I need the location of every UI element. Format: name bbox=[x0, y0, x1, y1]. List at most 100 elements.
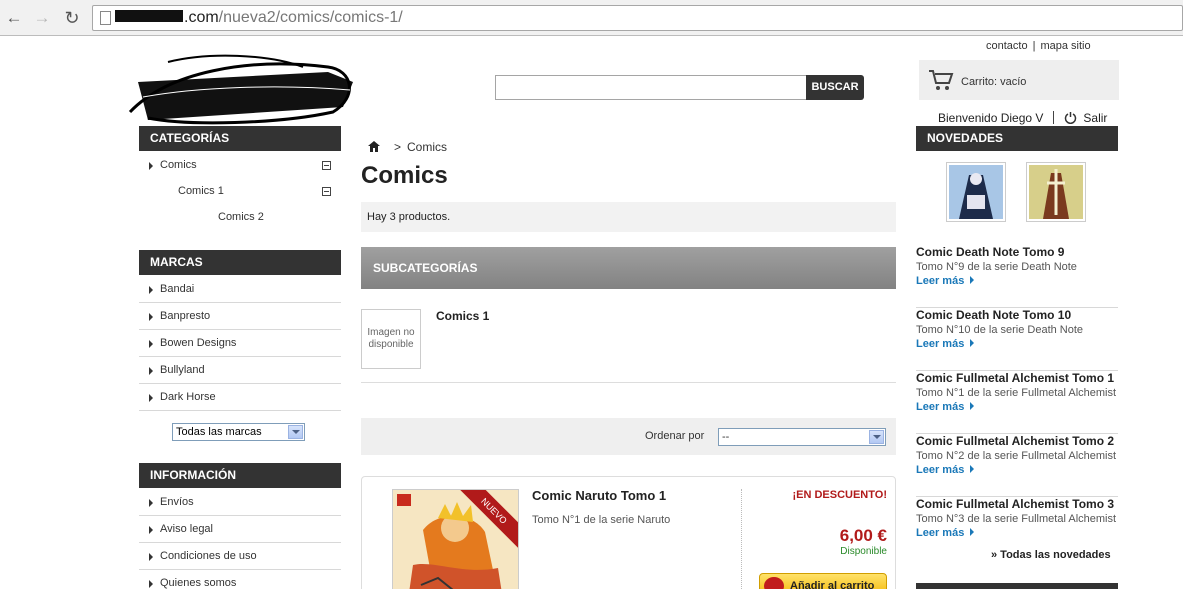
url-host-suffix: .com bbox=[184, 9, 219, 26]
read-more-link[interactable]: Leer más bbox=[916, 338, 975, 350]
arrow-right-icon bbox=[149, 580, 153, 588]
category-comics-1[interactable]: Comics 1 bbox=[139, 178, 341, 205]
arrow-right-icon bbox=[149, 162, 153, 170]
brand-item[interactable]: Bowen Designs bbox=[139, 330, 341, 357]
product-name[interactable]: Comic Naruto Tomo 1 bbox=[532, 488, 666, 503]
arrow-right-icon bbox=[970, 528, 975, 536]
sort-select[interactable]: -- bbox=[718, 428, 886, 446]
brand-item[interactable]: Banpresto bbox=[139, 303, 341, 330]
url-text: .com/nueva2/comics/comics-1/ bbox=[115, 9, 403, 27]
sort-label: Ordenar por bbox=[645, 430, 705, 442]
top-links-separator: | bbox=[1032, 40, 1036, 52]
read-more-label: Leer más bbox=[916, 338, 965, 350]
cart-summary[interactable]: Carrito: vacío bbox=[919, 60, 1119, 100]
arrow-right-icon bbox=[149, 553, 153, 561]
info-label: Quienes somos bbox=[160, 577, 237, 589]
read-more-link[interactable]: Leer más bbox=[916, 464, 975, 476]
categories-title: CATEGORÍAS bbox=[139, 126, 341, 151]
divider bbox=[361, 382, 896, 383]
novedad-item: Comic Death Note Tomo 10 Tomo N°10 de la… bbox=[916, 308, 1118, 371]
search-button[interactable]: BUSCAR bbox=[806, 75, 864, 100]
read-more-link[interactable]: Leer más bbox=[916, 401, 975, 413]
arrow-right-icon bbox=[149, 394, 153, 402]
back-arrow-icon[interactable]: ← bbox=[4, 8, 24, 28]
arrow-right-icon bbox=[970, 276, 975, 284]
subcategory-image-placeholder[interactable]: Imagen no disponible bbox=[361, 309, 421, 369]
collapse-icon[interactable] bbox=[322, 187, 331, 196]
product-image[interactable]: NUEVO bbox=[392, 489, 519, 589]
info-link[interactable]: Condiciones de uso bbox=[139, 543, 341, 570]
category-comics[interactable]: Comics bbox=[139, 152, 341, 179]
brand-item[interactable]: Dark Horse bbox=[139, 384, 341, 411]
brand-select-value: Todas las marcas bbox=[176, 426, 262, 438]
availability-status: Disponible bbox=[840, 546, 887, 557]
death-note-cover-icon bbox=[1029, 165, 1083, 219]
category-label: Comics bbox=[160, 159, 197, 171]
read-more-label: Leer más bbox=[916, 527, 965, 539]
novedad-title[interactable]: Comic Death Note Tomo 10 bbox=[916, 308, 1071, 322]
brand-label: Bullyland bbox=[160, 364, 205, 376]
forward-arrow-icon[interactable]: → bbox=[32, 8, 52, 28]
welcome-text: Bienvenido Diego V bbox=[938, 111, 1044, 125]
novedad-description: Tomo N°3 de la serie Fullmetal Alchemist bbox=[916, 513, 1117, 525]
home-icon[interactable] bbox=[368, 141, 380, 152]
page-icon bbox=[100, 11, 111, 25]
subcategory-link[interactable]: Comics 1 bbox=[436, 309, 489, 323]
arrow-right-icon bbox=[149, 367, 153, 375]
brand-label: Dark Horse bbox=[160, 391, 216, 403]
read-more-link[interactable]: Leer más bbox=[916, 527, 975, 539]
next-block-title bbox=[916, 583, 1118, 589]
shopping-cart-icon bbox=[929, 70, 954, 90]
search-input[interactable] bbox=[495, 75, 807, 100]
contact-link[interactable]: contacto bbox=[986, 40, 1028, 52]
novedad-title[interactable]: Comic Fullmetal Alchemist Tomo 2 bbox=[916, 434, 1114, 448]
read-more-link[interactable]: Leer más bbox=[916, 275, 975, 287]
sort-select-value: -- bbox=[722, 431, 730, 443]
novedad-title[interactable]: Comic Fullmetal Alchemist Tomo 1 bbox=[916, 371, 1114, 385]
novedad-thumbnail[interactable] bbox=[946, 162, 1006, 222]
novedad-title[interactable]: Comic Death Note Tomo 9 bbox=[916, 245, 1064, 259]
browser-toolbar: ← → ↻ .com/nueva2/comics/comics-1/ bbox=[0, 0, 1183, 36]
discount-label: ¡EN DESCUENTO! bbox=[792, 489, 887, 501]
sort-bar: Ordenar por -- bbox=[361, 418, 896, 455]
logout-link[interactable]: Salir bbox=[1083, 111, 1107, 125]
novedad-thumbnail[interactable] bbox=[1026, 162, 1086, 222]
novedad-item: Comic Fullmetal Alchemist Tomo 1 Tomo N°… bbox=[916, 371, 1118, 434]
info-label: Aviso legal bbox=[160, 523, 213, 535]
reload-icon[interactable]: ↻ bbox=[62, 8, 82, 28]
sitemap-link[interactable]: mapa sitio bbox=[1040, 40, 1090, 52]
category-label: Comics 1 bbox=[178, 185, 224, 197]
category-label: Comics 2 bbox=[218, 211, 264, 223]
info-link[interactable]: Envíos bbox=[139, 489, 341, 516]
brands-title: MARCAS bbox=[139, 250, 341, 275]
novedad-description: Tomo N°10 de la serie Death Note bbox=[916, 324, 1084, 336]
brand-label: Bandai bbox=[160, 283, 195, 295]
add-to-cart-button[interactable]: Añadir al carrito bbox=[759, 573, 887, 589]
novedad-description: Tomo N°2 de la serie Fullmetal Alchemist bbox=[916, 450, 1117, 462]
address-bar[interactable]: .com/nueva2/comics/comics-1/ bbox=[92, 5, 1183, 31]
all-novedades-link[interactable]: » Todas las novedades bbox=[991, 549, 1111, 561]
read-more-label: Leer más bbox=[916, 401, 965, 413]
cart-label: Carrito: vacío bbox=[961, 76, 1027, 88]
redacted-host bbox=[115, 10, 183, 23]
product-description: Tomo N°1 de la serie Naruto bbox=[532, 514, 671, 526]
novedad-title[interactable]: Comic Fullmetal Alchemist Tomo 3 bbox=[916, 497, 1114, 511]
brand-item[interactable]: Bandai bbox=[139, 276, 341, 303]
product-count: Hay 3 productos. bbox=[361, 202, 896, 232]
chevron-down-icon bbox=[869, 430, 884, 444]
info-link[interactable]: Aviso legal bbox=[139, 516, 341, 543]
power-icon[interactable] bbox=[1064, 111, 1077, 124]
info-link[interactable]: Quienes somos bbox=[139, 570, 341, 589]
brand-select[interactable]: Todas las marcas bbox=[172, 423, 305, 441]
brand-item[interactable]: Bullyland bbox=[139, 357, 341, 384]
info-label: Envíos bbox=[160, 496, 194, 508]
read-more-label: Leer más bbox=[916, 275, 965, 287]
divider bbox=[741, 489, 742, 589]
collapse-icon[interactable] bbox=[322, 161, 331, 170]
category-comics-2[interactable]: Comics 2 bbox=[139, 204, 341, 231]
welcome-separator bbox=[1053, 111, 1055, 124]
arrow-right-icon bbox=[149, 499, 153, 507]
site-logo[interactable] bbox=[128, 52, 358, 126]
add-to-cart-label: Añadir al carrito bbox=[790, 580, 875, 589]
arrow-right-icon bbox=[149, 313, 153, 321]
